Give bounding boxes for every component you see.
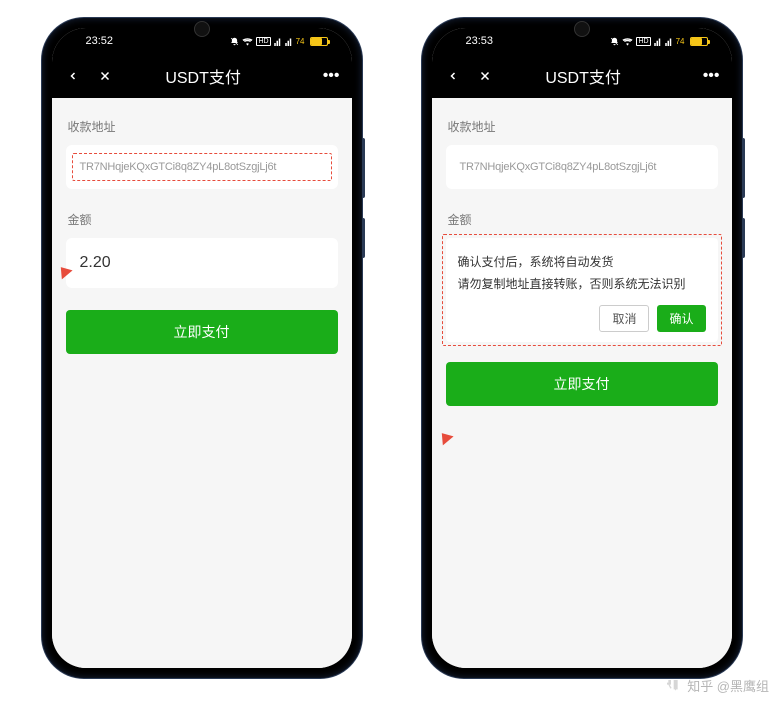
signal-icon [274, 37, 282, 46]
screen-left: 23:52 HD 74 USDT支付 [52, 28, 352, 668]
address-value: TR7NHqjeKQxGTCi8q8ZY4pL8otSzgjLj6t [460, 161, 704, 173]
amount-label: 金额 [68, 211, 338, 228]
title-bar: USDT支付 ••• [52, 54, 352, 98]
address-value: TR7NHqjeKQxGTCi8q8ZY4pL8otSzgjLj6t [80, 161, 324, 173]
amount-value: 2.20 [80, 254, 324, 272]
status-icons: HD 74 [610, 37, 707, 46]
confirm-button[interactable]: 确认 [657, 305, 705, 332]
status-bar: 23:53 HD 74 [432, 28, 732, 54]
dialog-actions: 取消 确认 [458, 305, 706, 332]
watermark-text: 知乎 @黑鹰组 [687, 676, 769, 695]
more-button[interactable]: ••• [703, 67, 720, 85]
signal-icon [654, 37, 662, 46]
address-card[interactable]: TR7NHqjeKQxGTCi8q8ZY4pL8otSzgjLj6t [66, 145, 338, 189]
chevron-left-icon [67, 70, 79, 82]
battery-icon [690, 37, 708, 46]
mute-icon [610, 37, 619, 46]
highlight-arrow-icon [436, 429, 453, 446]
signal-icon [665, 37, 673, 46]
address-card[interactable]: TR7NHqjeKQxGTCi8q8ZY4pL8otSzgjLj6t [446, 145, 718, 189]
battery-percent: 74 [676, 37, 685, 46]
wifi-icon [622, 37, 633, 46]
dialog-text-line2: 请勿复制地址直接转账，否则系统无法识别 [458, 274, 706, 296]
back-button[interactable] [444, 67, 462, 85]
hd-icon: HD [636, 37, 650, 46]
cancel-button[interactable]: 取消 [599, 305, 649, 332]
status-time: 23:53 [466, 35, 494, 47]
page-title: USDT支付 [478, 64, 689, 88]
phone-right: 23:53 HD 74 USDT支付 [422, 18, 742, 678]
phone-left: 23:52 HD 74 USDT支付 [42, 18, 362, 678]
wifi-icon [242, 37, 253, 46]
status-time: 23:52 [86, 35, 114, 47]
status-icons: HD 74 [230, 37, 327, 46]
watermark: 知乎 @黑鹰组 [665, 676, 769, 695]
amount-label: 金额 [448, 211, 718, 228]
zhihu-icon [665, 678, 681, 694]
back-button[interactable] [64, 67, 82, 85]
address-label: 收款地址 [448, 118, 718, 135]
address-label: 收款地址 [68, 118, 338, 135]
signal-icon [285, 37, 293, 46]
phone-side-button [742, 138, 745, 198]
mute-icon [230, 37, 239, 46]
page-title: USDT支付 [98, 64, 309, 88]
battery-icon [310, 37, 328, 46]
status-bar: 23:52 HD 74 [52, 28, 352, 54]
content-area: 收款地址 TR7NHqjeKQxGTCi8q8ZY4pL8otSzgjLj6t … [52, 98, 352, 668]
content-area: 收款地址 TR7NHqjeKQxGTCi8q8ZY4pL8otSzgjLj6t … [432, 98, 732, 668]
pay-button[interactable]: 立即支付 [446, 362, 718, 406]
amount-card: 2.20 [66, 238, 338, 288]
phone-side-button [362, 218, 365, 258]
more-button[interactable]: ••• [323, 67, 340, 85]
phone-side-button [742, 218, 745, 258]
title-bar: USDT支付 ••• [432, 54, 732, 98]
battery-percent: 74 [296, 37, 305, 46]
dialog-text-line1: 确认支付后，系统将自动发货 [458, 252, 706, 274]
confirm-dialog: 确认支付后，系统将自动发货 请勿复制地址直接转账，否则系统无法识别 取消 确认 [446, 238, 718, 342]
chevron-left-icon [447, 70, 459, 82]
pay-button[interactable]: 立即支付 [66, 310, 338, 354]
screen-right: 23:53 HD 74 USDT支付 [432, 28, 732, 668]
phone-side-button [362, 138, 365, 198]
hd-icon: HD [256, 37, 270, 46]
